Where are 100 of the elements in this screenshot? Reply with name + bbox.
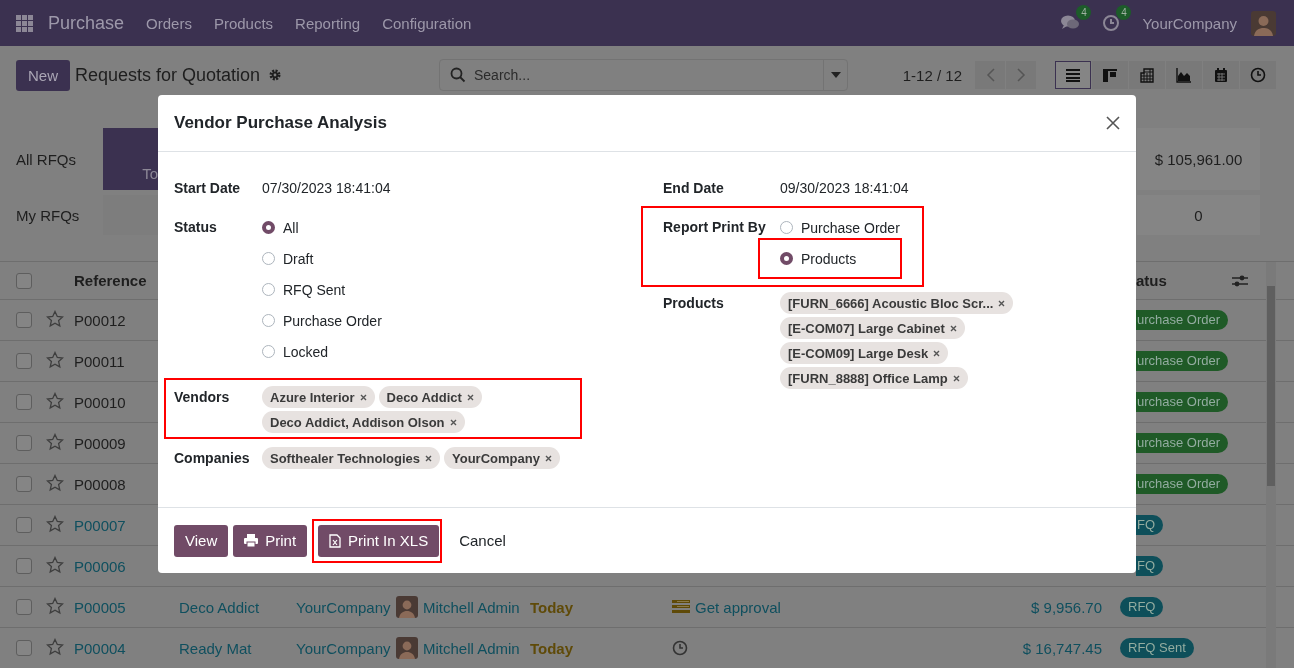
option-label[interactable]: All xyxy=(283,219,299,236)
checkbox[interactable] xyxy=(16,435,32,451)
avatar[interactable] xyxy=(1251,10,1276,36)
remove-icon[interactable] xyxy=(359,393,367,401)
radio-button[interactable] xyxy=(262,283,275,296)
order-reference[interactable]: P00008 xyxy=(74,475,126,493)
tag[interactable]: YourCompany xyxy=(444,447,560,469)
option-label[interactable]: Products xyxy=(801,250,857,267)
view-switch-button[interactable] xyxy=(1166,61,1202,89)
column-header[interactable]: atus xyxy=(1136,272,1167,289)
field-label: Status xyxy=(174,219,217,235)
star-icon[interactable] xyxy=(46,596,64,615)
checkbox[interactable] xyxy=(16,353,32,369)
remove-icon[interactable] xyxy=(449,418,457,426)
radio-button[interactable] xyxy=(262,345,275,358)
star-icon[interactable] xyxy=(46,473,64,492)
checkbox[interactable] xyxy=(16,476,32,492)
gear-icon[interactable] xyxy=(268,68,283,82)
company-name[interactable]: YourCompany xyxy=(1142,14,1237,32)
order-total: $ 9,956.70 xyxy=(1030,598,1103,616)
star-icon[interactable] xyxy=(46,391,64,410)
tag[interactable]: Azure Interior xyxy=(262,386,375,408)
checkbox[interactable] xyxy=(16,599,32,615)
radio-button[interactable] xyxy=(780,221,793,234)
spreadsheet-file-icon xyxy=(329,533,342,548)
checkbox[interactable] xyxy=(16,394,32,410)
tag[interactable]: [FURN_8888] Office Lamp xyxy=(780,367,968,389)
tag[interactable]: Deco Addict, Addison Olson xyxy=(262,411,465,433)
menu-item[interactable]: Reporting xyxy=(295,14,361,32)
star-icon[interactable] xyxy=(46,350,64,369)
tag[interactable]: [FURN_6666] Acoustic Bloc Scr... xyxy=(780,292,1014,314)
checkbox[interactable] xyxy=(16,517,32,533)
apps-menu-icon[interactable] xyxy=(16,14,33,32)
date-field[interactable]: 09/30/2023 18:41:04 xyxy=(780,180,909,196)
clock-icon[interactable] xyxy=(672,640,688,656)
checkbox[interactable] xyxy=(16,558,32,574)
option-label[interactable]: Purchase Order xyxy=(283,312,382,329)
star-icon[interactable] xyxy=(46,555,64,574)
star-icon[interactable] xyxy=(46,514,64,533)
print-button[interactable]: Print xyxy=(233,524,308,557)
status-badge: urchase Order xyxy=(1136,392,1229,412)
search-bar[interactable]: Search... xyxy=(439,59,848,91)
menu-item[interactable]: Configuration xyxy=(382,14,472,32)
cancel-button[interactable]: Cancel xyxy=(448,524,517,557)
option-label[interactable]: Draft xyxy=(283,250,314,267)
remove-icon[interactable] xyxy=(952,374,960,382)
view-switch-button[interactable] xyxy=(1092,61,1128,89)
radio-button[interactable] xyxy=(262,252,275,265)
date-field[interactable]: 07/30/2023 18:41:04 xyxy=(262,180,391,196)
order-reference[interactable]: P00009 xyxy=(74,434,126,452)
menu-item[interactable]: Orders xyxy=(146,14,192,32)
sliders-icon[interactable] xyxy=(1232,273,1248,288)
tag[interactable]: Softhealer Technologies xyxy=(262,447,440,469)
menu-item[interactable]: Products xyxy=(213,14,274,32)
summary-tile[interactable]: To xyxy=(103,128,158,190)
status-badge: RFQ Sent xyxy=(1120,638,1194,658)
remove-icon[interactable] xyxy=(425,454,432,462)
field-label: Companies xyxy=(174,450,250,466)
tag[interactable]: [E-COM09] Large Desk xyxy=(780,342,949,364)
view-switch-button[interactable] xyxy=(1055,61,1091,89)
order-reference[interactable]: P00011 xyxy=(74,352,125,370)
vendor-name: Deco Addict xyxy=(179,598,261,616)
view-button[interactable]: View xyxy=(174,524,229,557)
chat-icon[interactable] xyxy=(1060,14,1081,32)
remove-icon[interactable] xyxy=(933,349,941,357)
option-label[interactable]: RFQ Sent xyxy=(283,281,346,298)
option-label[interactable]: Locked xyxy=(283,343,329,360)
new-button[interactable]: New xyxy=(16,59,70,91)
app-name[interactable]: Purchase xyxy=(48,12,125,34)
remove-icon[interactable] xyxy=(949,324,957,332)
view-switch-button[interactable] xyxy=(1240,61,1276,89)
view-switch-button[interactable] xyxy=(1203,61,1239,89)
remove-icon[interactable] xyxy=(466,393,474,401)
star-icon[interactable] xyxy=(46,432,64,451)
radio-button[interactable] xyxy=(780,252,793,265)
print-xls-button[interactable]: Print In XLS xyxy=(318,524,440,557)
chevron-right-icon xyxy=(1016,68,1026,82)
search-field[interactable]: Search... xyxy=(466,67,823,83)
checkbox[interactable] xyxy=(16,640,32,656)
checkbox[interactable] xyxy=(16,312,32,328)
status-badge: urchase Order xyxy=(1136,433,1229,453)
star-icon[interactable] xyxy=(46,637,64,656)
radio-button[interactable] xyxy=(262,221,275,234)
star-icon[interactable] xyxy=(46,309,64,328)
remove-icon[interactable] xyxy=(544,454,552,462)
user-name: Mitchell Admin xyxy=(423,639,520,657)
option-label[interactable]: Purchase Order xyxy=(801,219,900,236)
task-list-icon[interactable] xyxy=(672,600,690,614)
radio-button[interactable] xyxy=(262,314,275,327)
checkbox[interactable] xyxy=(16,272,32,289)
scrollbar[interactable] xyxy=(1266,262,1276,668)
tag[interactable]: Deco Addict xyxy=(378,386,482,408)
clock-icon[interactable] xyxy=(1102,14,1121,32)
tag[interactable]: [E-COM07] Large Cabinet xyxy=(780,317,965,339)
view-switch-button[interactable] xyxy=(1129,61,1165,89)
column-header[interactable]: Reference xyxy=(74,272,147,289)
order-reference[interactable]: P00010 xyxy=(74,393,126,411)
remove-icon[interactable] xyxy=(998,299,1006,307)
order-reference[interactable]: P00012 xyxy=(74,311,126,329)
close-icon[interactable] xyxy=(1106,116,1120,130)
